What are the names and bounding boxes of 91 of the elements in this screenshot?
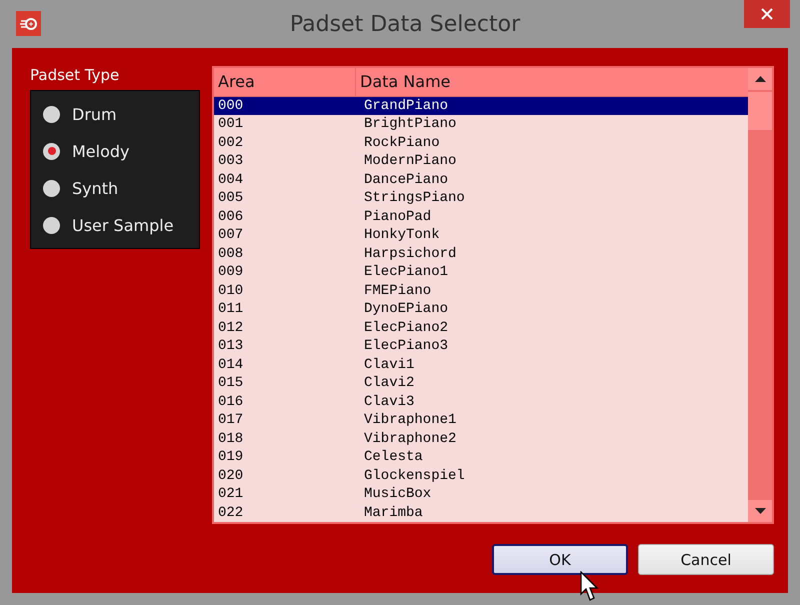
radio-button[interactable]: [43, 180, 60, 196]
group-label: Padset Type: [30, 66, 120, 84]
row-text: 007: [217, 226, 244, 244]
list-row[interactable]: 003 ModernPiano: [214, 152, 748, 170]
row-text: 001: [217, 115, 244, 134]
row-text: 018: [217, 430, 244, 448]
row-text: Clavi2: [363, 374, 414, 392]
list-row[interactable]: 007 HonkyTonk: [214, 226, 748, 244]
row-text: Marimba: [363, 504, 423, 522]
row-text: 016: [217, 392, 244, 411]
radio-label: Drum: [72, 104, 117, 124]
list-row[interactable]: 011 DynoEPiano: [214, 300, 748, 318]
row-text: 014: [217, 356, 244, 374]
row-text: 005: [217, 189, 244, 208]
row-text: 002: [217, 134, 244, 152]
row-text: DynoEPiano: [363, 300, 448, 318]
list-row[interactable]: 019 Celesta: [214, 448, 748, 466]
radio-button[interactable]: [43, 106, 60, 122]
list-row[interactable]: 002 RockPiano: [214, 134, 748, 152]
list-row[interactable]: 015 Clavi2: [214, 374, 748, 392]
row-text: 021: [217, 485, 244, 504]
row-text: 015: [217, 374, 244, 392]
ok-button[interactable]: OK: [492, 544, 628, 575]
row-text: PianoPad: [363, 208, 432, 226]
row-text: StringsPiano: [363, 189, 465, 208]
row-text: 009: [217, 263, 244, 282]
row-text: HonkyTonk: [363, 226, 440, 244]
row-text: Glockenspiel: [363, 466, 465, 485]
close-button[interactable]: [744, 0, 790, 28]
row-text: Vibraphone1: [363, 411, 456, 430]
row-text: Clavi3: [363, 392, 414, 411]
row-text: 019: [217, 448, 244, 466]
row-text: 008: [217, 244, 244, 263]
window-title: Padset Data Selector: [288, 12, 522, 36]
list-row[interactable]: 017 Vibraphone1: [214, 411, 748, 430]
row-text: Clavi1: [363, 356, 414, 374]
row-text: DancePiano: [363, 170, 448, 189]
list-row[interactable]: 004 DancePiano: [214, 170, 748, 189]
radio-label: User Sample: [72, 216, 174, 234]
radio-label: Synth: [72, 178, 118, 198]
list-row[interactable]: 012 ElecPiano2: [214, 318, 748, 337]
column-header[interactable]: Area: [214, 68, 356, 96]
row-text: FMEPiano: [363, 282, 432, 300]
list-row[interactable]: 020 Glockenspiel: [214, 466, 748, 485]
list-row[interactable]: 005 StringsPiano: [214, 189, 748, 208]
row-text: ElecPiano2: [363, 318, 448, 337]
row-text: 012: [217, 318, 244, 337]
list-row[interactable]: 016 Clavi3: [214, 392, 748, 411]
row-text: Vibraphone2: [363, 430, 456, 448]
list-row[interactable]: 009 ElecPiano1: [214, 263, 748, 282]
row-text: ElecPiano3: [363, 337, 448, 356]
row-text: 011: [217, 300, 244, 318]
row-text: 020: [217, 466, 244, 485]
row-text: 017: [217, 411, 244, 430]
row-text: GrandPiano: [363, 96, 448, 115]
row-text: 022: [217, 504, 244, 522]
scroll-down-icon[interactable]: [754, 508, 766, 514]
row-text: 010: [217, 282, 244, 300]
scrollbar[interactable]: [748, 68, 772, 522]
row-text: 003: [217, 152, 244, 170]
list-row[interactable]: 022 Marimba: [214, 504, 748, 522]
row-text: 000: [217, 96, 244, 115]
mouse-cursor-icon: [580, 571, 600, 603]
row-text: ElecPiano1: [363, 263, 448, 282]
list-row[interactable]: 010 FMEPiano: [214, 282, 748, 300]
row-text: RockPiano: [363, 134, 440, 152]
list-row[interactable]: 013 ElecPiano3: [214, 337, 748, 356]
row-text: 004: [217, 170, 244, 189]
row-text: BrightPiano: [363, 115, 456, 134]
radio-button[interactable]: [43, 216, 60, 234]
scroll-thumb[interactable]: [748, 92, 772, 130]
radio-button[interactable]: [43, 142, 60, 160]
row-text: Celesta: [363, 448, 423, 466]
list-row[interactable]: 000 GrandPiano: [214, 96, 748, 115]
list-row[interactable]: 021 MusicBox: [214, 485, 748, 504]
radio-label: Melody: [72, 142, 130, 160]
close-icon: [761, 8, 773, 20]
row-text: 013: [217, 337, 244, 356]
scroll-up-icon[interactable]: [754, 76, 766, 82]
row-text: 006: [217, 208, 244, 226]
list-row[interactable]: 018 Vibraphone2: [214, 430, 748, 448]
list-row[interactable]: 014 Clavi1: [214, 356, 748, 374]
list-row[interactable]: 006 PianoPad: [214, 208, 748, 226]
column-header[interactable]: Data Name: [356, 68, 454, 96]
row-text: Harpsichord: [363, 244, 456, 263]
row-text: ModernPiano: [363, 152, 456, 170]
app-icon: [16, 11, 41, 36]
cancel-button[interactable]: Cancel: [638, 544, 774, 575]
list-row[interactable]: 001 BrightPiano: [214, 115, 748, 134]
list-row[interactable]: 008 Harpsichord: [214, 244, 748, 263]
row-text: MusicBox: [363, 485, 432, 504]
